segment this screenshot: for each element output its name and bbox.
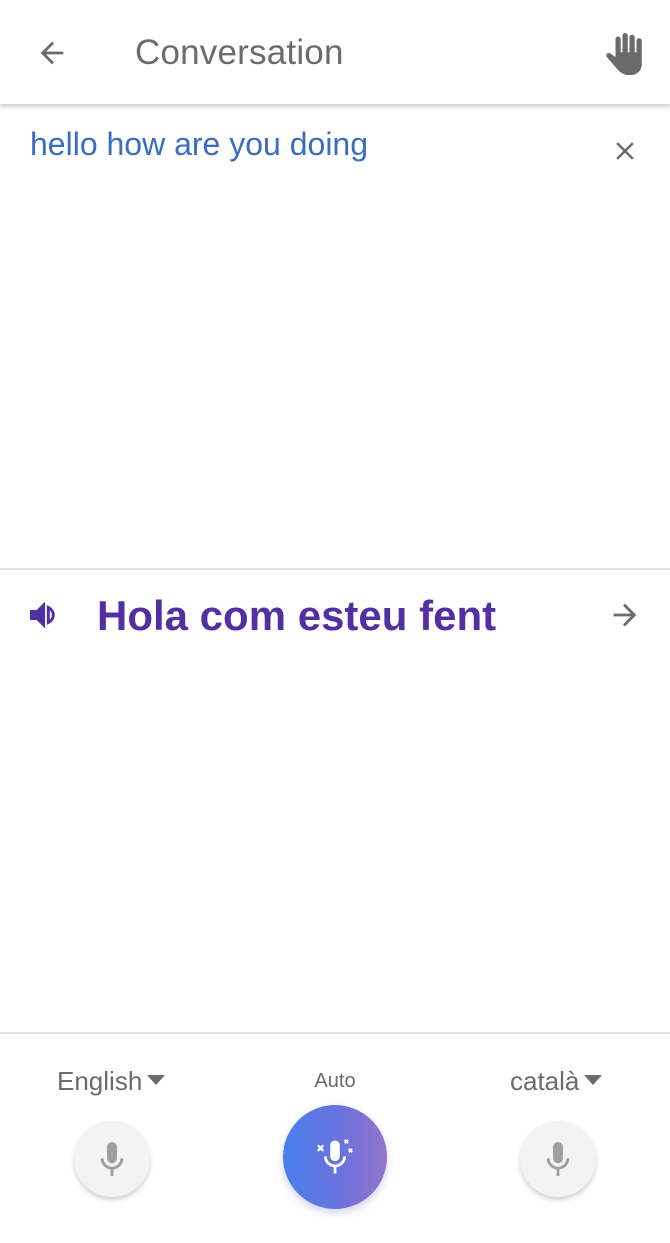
arrow-left-icon — [40, 41, 64, 65]
auto-mic-button[interactable] — [283, 1105, 387, 1209]
source-panel: hello how are you doing — [0, 104, 670, 570]
mic-icon — [100, 1142, 124, 1176]
hand-icon — [606, 33, 642, 75]
hand-button[interactable] — [596, 26, 656, 82]
arrow-right-icon — [613, 603, 637, 627]
source-mic-button[interactable] — [74, 1121, 150, 1197]
translation-panel: Hola com esteu fent — [0, 570, 670, 1034]
clear-button[interactable] — [600, 126, 650, 176]
close-icon — [616, 142, 634, 160]
open-translation-button[interactable] — [600, 590, 650, 640]
back-button[interactable] — [22, 27, 82, 79]
volume-icon — [30, 601, 55, 629]
mic-icon — [546, 1142, 570, 1176]
app-bar: Conversation — [0, 0, 670, 104]
source-text[interactable]: hello how are you doing — [30, 124, 368, 164]
target-language-selector[interactable]: català — [510, 1064, 603, 1098]
speak-translation-button[interactable] — [20, 590, 70, 640]
conversation-screen: Conversation hello how are you doing Hol… — [0, 0, 670, 1243]
language-controls: English Auto català — [0, 1034, 670, 1243]
page-title: Conversation — [135, 33, 344, 72]
target-language-label: català — [510, 1066, 580, 1096]
translated-text: Hola com esteu fent — [97, 592, 497, 639]
dropdown-caret-icon — [584, 1075, 603, 1085]
auto-mic-sparkle-icon — [317, 1139, 353, 1174]
target-mic-button[interactable] — [520, 1121, 596, 1197]
